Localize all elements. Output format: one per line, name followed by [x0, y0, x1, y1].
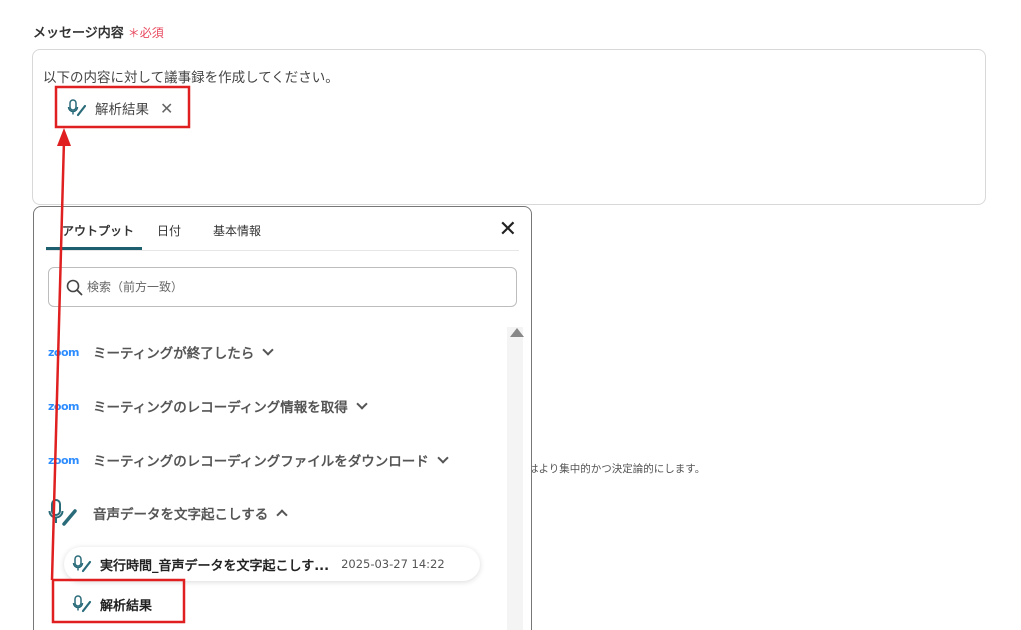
required-badge: ＊必須 — [127, 26, 164, 40]
chip-remove-icon[interactable]: ✕ — [160, 99, 173, 118]
chevron-down-icon — [437, 451, 449, 464]
output-item-label: 解析結果 — [100, 598, 153, 614]
item-label: ミーティングのレコーディング情報を取得 — [93, 400, 348, 416]
list-item-meeting-ended[interactable]: zoom ミーティングが終了したら — [48, 340, 274, 364]
close-icon[interactable]: ✕ — [499, 219, 517, 241]
scrollbar[interactable] — [507, 327, 523, 630]
item-label: ミーティングのレコーディングファイルをダウンロード — [93, 454, 429, 470]
output-item-timestamp: 2025-03-27 14:22 — [341, 557, 445, 571]
chevron-down-icon — [356, 397, 368, 410]
output-item-execution-time[interactable]: 実行時間_音声データを文字起こしす... 2025-03-27 14:22 — [64, 547, 480, 581]
list-item-download-recording[interactable]: zoom ミーティングのレコーディングファイルをダウンロード — [48, 448, 449, 472]
zoom-logo: zoom — [48, 453, 79, 467]
zoom-logo: zoom — [48, 399, 79, 413]
search-box[interactable] — [48, 267, 517, 307]
search-icon — [66, 279, 83, 296]
field-label-text: メッセージ内容 — [33, 26, 124, 41]
variable-chip[interactable]: 解析結果 ✕ — [57, 91, 190, 125]
tab-basic-info[interactable]: 基本情報 — [213, 222, 261, 239]
scroll-up-arrow[interactable] — [510, 328, 524, 337]
chip-label: 解析結果 — [95, 102, 149, 118]
tab-output[interactable]: アウトプット — [62, 222, 134, 239]
tab-date[interactable]: 日付 — [157, 222, 181, 239]
mic-icon — [72, 555, 92, 573]
item-label: ミーティングが終了したら — [93, 346, 255, 362]
search-input[interactable] — [87, 277, 487, 297]
mic-icon — [48, 499, 77, 526]
field-label: メッセージ内容 ＊必須 — [33, 22, 164, 41]
chevron-down-icon — [262, 343, 274, 356]
hint-text: はより集中的かつ決定論的にします。 — [528, 463, 706, 475]
variable-picker-panel: アウトプット 日付 基本情報 ✕ zoom ミーティングが終了したら zoom … — [33, 206, 532, 630]
output-item-label: 実行時間_音声データを文字起こしす... — [100, 558, 330, 574]
output-item-analysis-result[interactable]: 解析結果 — [64, 587, 152, 621]
message-textarea[interactable]: 以下の内容に対して議事録を作成してください。 解析結果 ✕ — [32, 49, 986, 205]
mic-icon — [67, 99, 87, 117]
tab-bar: アウトプット 日付 基本情報 — [46, 207, 519, 251]
active-tab-indicator — [46, 247, 142, 250]
chevron-up-icon — [276, 509, 288, 521]
list-item-transcribe-audio[interactable]: 音声データを文字起こしする — [48, 499, 288, 526]
mic-icon — [72, 595, 92, 613]
item-label: 音声データを文字起こしする — [93, 507, 269, 523]
zoom-logo: zoom — [48, 345, 79, 359]
message-text: 以下の内容に対して議事録を作成してください。 — [43, 70, 339, 86]
list-item-get-recording-info[interactable]: zoom ミーティングのレコーディング情報を取得 — [48, 394, 368, 418]
